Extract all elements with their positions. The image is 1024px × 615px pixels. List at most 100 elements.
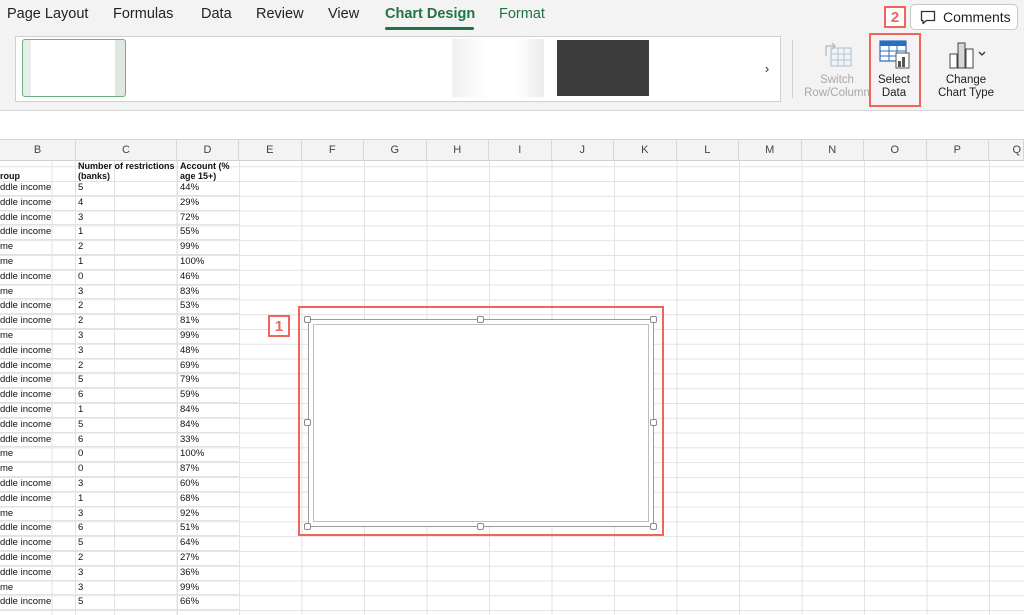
cell-income-group[interactable]: ddle income [0, 404, 51, 415]
cell-account[interactable]: 68% [180, 493, 199, 504]
cell-income-group[interactable]: me [0, 241, 13, 252]
cell-account[interactable]: 48% [180, 345, 199, 356]
cell-income-group[interactable]: ddle income [0, 522, 51, 533]
cell-income-group[interactable]: ddle income [0, 197, 51, 208]
cell-restrictions[interactable]: 6 [78, 434, 83, 445]
cell-income-group[interactable]: me [0, 286, 13, 297]
chart-style-6[interactable] [557, 40, 649, 96]
cell-income-group[interactable]: ddle income [0, 182, 51, 193]
column-header-e[interactable]: E [239, 140, 302, 160]
change-chart-type-button[interactable]: Change Chart Type [930, 40, 1002, 100]
cell-restrictions[interactable]: 3 [78, 212, 83, 223]
cell-income-group[interactable]: ddle income [0, 315, 51, 326]
column-header-h[interactable]: H [427, 140, 489, 160]
cell-restrictions[interactable]: 5 [78, 182, 83, 193]
cell-income-group[interactable]: ddle income [0, 434, 51, 445]
cell-income-group[interactable]: ddle income [0, 493, 51, 504]
cell-restrictions[interactable]: 2 [78, 300, 83, 311]
header-income-group[interactable]: roup [0, 171, 20, 181]
tab-chart-design[interactable]: Chart Design [385, 6, 475, 22]
cell-account[interactable]: 99% [180, 582, 199, 593]
cell-restrictions[interactable]: 0 [78, 271, 83, 282]
cell-income-group[interactable]: ddle income [0, 374, 51, 385]
tab-view[interactable]: View [328, 6, 359, 22]
column-header-f[interactable]: F [302, 140, 364, 160]
cell-account[interactable]: 64% [180, 537, 199, 548]
column-header-n[interactable]: N [802, 140, 864, 160]
chart-style-1[interactable] [22, 39, 126, 97]
cell-restrictions[interactable]: 5 [78, 596, 83, 607]
cell-income-group[interactable]: ddle income [0, 212, 51, 223]
cell-account[interactable]: 59% [180, 389, 199, 400]
column-header-b[interactable]: B [0, 140, 76, 160]
cell-account[interactable]: 44% [180, 182, 199, 193]
comments-button[interactable]: Comments [910, 4, 1018, 30]
cell-account[interactable]: 99% [180, 330, 199, 341]
cell-restrictions[interactable]: 2 [78, 241, 83, 252]
cell-restrictions[interactable]: 6 [78, 522, 83, 533]
cell-income-group[interactable]: ddle income [0, 596, 51, 607]
cell-restrictions[interactable]: 6 [78, 389, 83, 400]
cell-income-group[interactable]: me [0, 508, 13, 519]
cell-income-group[interactable]: ddle income [0, 478, 51, 489]
header-restrictions-line1[interactable]: Number of restrictions [78, 161, 175, 171]
cell-restrictions[interactable]: 1 [78, 256, 83, 267]
cell-income-group[interactable]: me [0, 463, 13, 474]
cell-account[interactable]: 60% [180, 478, 199, 489]
column-header-g[interactable]: G [364, 140, 427, 160]
cell-restrictions[interactable]: 5 [78, 419, 83, 430]
cell-income-group[interactable]: ddle income [0, 389, 51, 400]
cell-income-group[interactable]: ddle income [0, 226, 51, 237]
cell-restrictions[interactable]: 2 [78, 360, 83, 371]
tab-review[interactable]: Review [256, 6, 304, 22]
cell-restrictions[interactable]: 2 [78, 315, 83, 326]
cell-account[interactable]: 66% [180, 596, 199, 607]
column-header-i[interactable]: I [489, 140, 552, 160]
cell-restrictions[interactable]: 3 [78, 582, 83, 593]
cell-account[interactable]: 92% [180, 508, 199, 519]
cell-account[interactable]: 79% [180, 374, 199, 385]
cell-account[interactable]: 84% [180, 419, 199, 430]
cell-account[interactable]: 69% [180, 360, 199, 371]
cell-account[interactable]: 27% [180, 552, 199, 563]
cell-income-group[interactable]: ddle income [0, 345, 51, 356]
chart-style-4[interactable] [346, 39, 448, 97]
cell-income-group[interactable]: ddle income [0, 360, 51, 371]
tab-formulas[interactable]: Formulas [113, 6, 173, 22]
cell-income-group[interactable]: ddle income [0, 300, 51, 311]
gallery-next-button[interactable]: › [754, 37, 780, 101]
column-header-q[interactable]: Q [989, 140, 1024, 160]
cell-restrictions[interactable]: 5 [78, 537, 83, 548]
tab-format[interactable]: Format [499, 6, 545, 22]
cell-account[interactable]: 99% [180, 241, 199, 252]
switch-row-column-button[interactable]: Switch Row/Column [800, 40, 874, 100]
column-header-j[interactable]: J [552, 140, 614, 160]
cell-restrictions[interactable]: 2 [78, 552, 83, 563]
column-header-d[interactable]: D [177, 140, 239, 160]
cell-restrictions[interactable]: 3 [78, 286, 83, 297]
formula-bar[interactable] [0, 111, 1024, 140]
cell-income-group[interactable]: ddle income [0, 567, 51, 578]
cell-account[interactable]: 83% [180, 286, 199, 297]
cell-income-group[interactable]: me [0, 582, 13, 593]
cell-account[interactable]: 100% [180, 256, 204, 267]
cell-restrictions[interactable]: 0 [78, 448, 83, 459]
cell-restrictions[interactable]: 3 [78, 330, 83, 341]
cell-account[interactable]: 29% [180, 197, 199, 208]
cell-restrictions[interactable]: 3 [78, 478, 83, 489]
column-header-o[interactable]: O [864, 140, 927, 160]
cell-account[interactable]: 72% [180, 212, 199, 223]
column-header-m[interactable]: M [739, 140, 802, 160]
cell-account[interactable]: 33% [180, 434, 199, 445]
cell-account[interactable]: 81% [180, 315, 199, 326]
cell-income-group[interactable]: me [0, 448, 13, 459]
column-header-l[interactable]: L [677, 140, 739, 160]
cell-restrictions[interactable]: 0 [78, 463, 83, 474]
cell-income-group[interactable]: ddle income [0, 271, 51, 282]
cell-account[interactable]: 84% [180, 404, 199, 415]
cell-income-group[interactable]: me [0, 256, 13, 267]
cell-income-group[interactable]: ddle income [0, 419, 51, 430]
cell-account[interactable]: 46% [180, 271, 199, 282]
header-account-line1[interactable]: Account (% [180, 161, 230, 171]
cell-income-group[interactable]: me [0, 330, 13, 341]
